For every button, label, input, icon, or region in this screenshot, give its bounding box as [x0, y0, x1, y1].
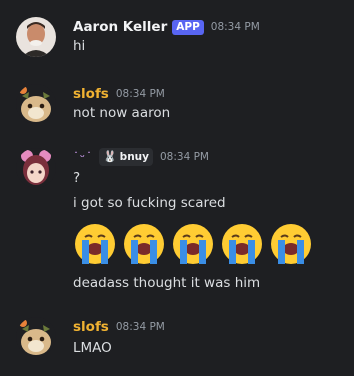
message-text: i got so fucking scared — [73, 195, 226, 211]
loudly-crying-face-icon[interactable] — [220, 222, 264, 266]
bunny-icon: 🐰 — [102, 150, 117, 163]
avatar[interactable] — [16, 84, 56, 124]
avatar[interactable] — [16, 317, 56, 357]
message-text: LMAO — [73, 340, 112, 356]
avatar[interactable] — [16, 17, 56, 57]
emoji-row — [73, 222, 323, 268]
message-text: not now aaron — [73, 105, 171, 121]
timestamp[interactable]: 08:34 PM — [160, 151, 209, 163]
loudly-crying-face-icon[interactable] — [122, 222, 166, 266]
message-text: ? — [73, 170, 81, 186]
timestamp[interactable]: 08:34 PM — [116, 321, 165, 333]
avatar[interactable] — [16, 148, 56, 188]
username[interactable]: ˙ᵕ˙ — [73, 150, 93, 164]
app-badge: APP — [172, 19, 204, 35]
loudly-crying-face-icon[interactable] — [171, 222, 215, 266]
loudly-crying-face-icon[interactable] — [73, 222, 117, 266]
message-text: hi — [73, 38, 86, 54]
timestamp[interactable]: 08:34 PM — [116, 88, 165, 100]
username[interactable]: Aaron Keller — [73, 19, 167, 35]
loudly-crying-face-icon[interactable] — [269, 222, 313, 266]
server-tag[interactable]: 🐰 bnuy — [98, 148, 153, 166]
username[interactable]: slofs — [73, 86, 109, 102]
server-tag-label: bnuy — [119, 151, 149, 163]
timestamp[interactable]: 08:34 PM — [211, 21, 260, 33]
message-text: deadass thought it was him — [73, 275, 261, 291]
username[interactable]: slofs — [73, 319, 109, 335]
